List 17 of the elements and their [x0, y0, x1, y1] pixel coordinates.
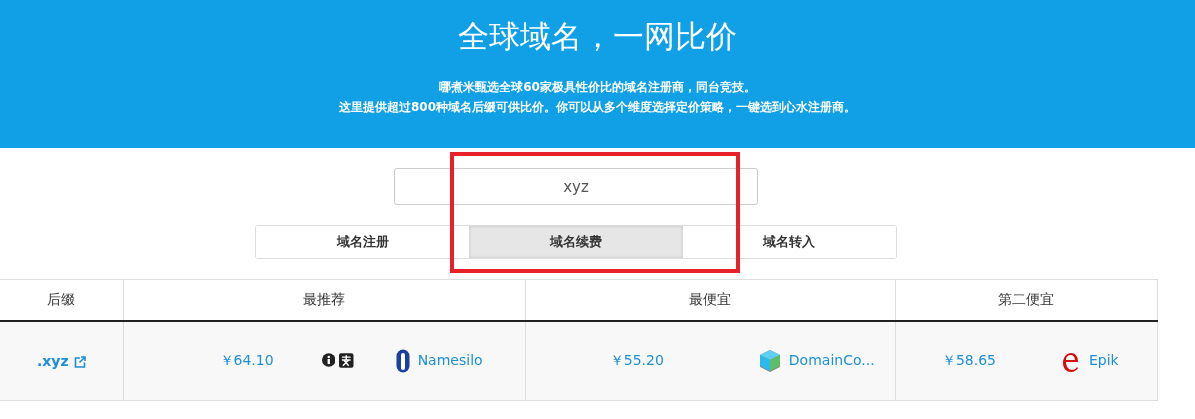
capsule-logo-icon: [395, 348, 410, 373]
info-icon: [321, 353, 336, 368]
payment-icon: [339, 353, 354, 369]
cube-logo-icon: [758, 348, 781, 373]
column-header: 最便宜: [525, 279, 896, 321]
column-header: 最推荐: [123, 279, 526, 321]
price-text: ￥64.10: [219, 351, 274, 371]
search-field[interactable]: xyz: [394, 168, 758, 205]
subtitle-text: 哪煮米甄选全球60家极具性价比的域名注册商，同台竞技。: [438, 79, 757, 97]
page-title: 全球域名，一网比价: [457, 18, 738, 56]
column-header: 后缀: [0, 279, 124, 321]
column-header: 第二便宜: [895, 279, 1158, 321]
external-link-icon: [73, 355, 86, 368]
subtitle-text: 这里提供超过800种域名后缀可供比价。你可以从多个维度选择定价策略，一键选到心水注册商。: [337, 99, 858, 117]
tab[interactable]: 域名续费: [469, 226, 683, 258]
price-text: ￥58.65: [941, 351, 996, 371]
price-text: ￥55.20: [609, 351, 664, 371]
